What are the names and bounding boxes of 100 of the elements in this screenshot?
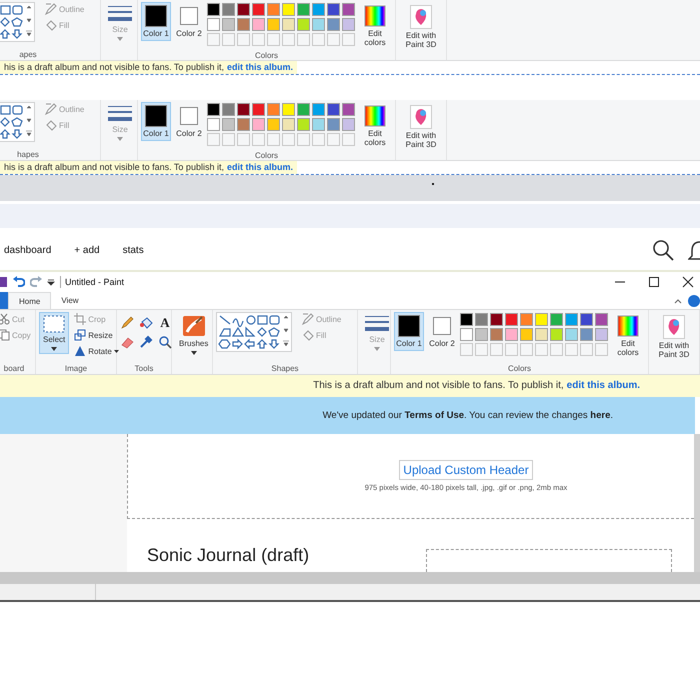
custom-color-slot[interactable] bbox=[475, 343, 488, 356]
paint-3d-button[interactable]: Edit with Paint 3D bbox=[399, 2, 443, 52]
custom-color-slot[interactable] bbox=[297, 133, 310, 146]
rotate-button[interactable]: Rotate bbox=[72, 344, 121, 358]
palette-color[interactable] bbox=[252, 18, 265, 31]
palette-color[interactable] bbox=[505, 313, 518, 326]
palette-color[interactable] bbox=[342, 118, 355, 131]
search-icon[interactable] bbox=[652, 239, 674, 261]
palette-color[interactable] bbox=[282, 118, 295, 131]
edit-album-link[interactable]: edit this album. bbox=[566, 375, 640, 397]
palette-color[interactable] bbox=[237, 3, 250, 16]
palette-color[interactable] bbox=[222, 18, 235, 31]
custom-color-slot[interactable] bbox=[312, 133, 325, 146]
palette-color[interactable] bbox=[327, 18, 340, 31]
edit-colors-button[interactable]: Edit colors bbox=[358, 2, 392, 50]
custom-color-slot[interactable] bbox=[565, 343, 578, 356]
palette-color[interactable] bbox=[237, 18, 250, 31]
custom-color-slot[interactable] bbox=[282, 33, 295, 46]
pencil-icon[interactable] bbox=[120, 316, 134, 330]
custom-color-slot[interactable] bbox=[490, 343, 503, 356]
palette-color[interactable] bbox=[282, 3, 295, 16]
palette-color[interactable] bbox=[252, 103, 265, 116]
palette-color[interactable] bbox=[297, 118, 310, 131]
color-slot-button[interactable]: Color 1 bbox=[394, 312, 424, 351]
palette-color[interactable] bbox=[550, 328, 563, 341]
palette-color[interactable] bbox=[207, 18, 220, 31]
palette-color[interactable] bbox=[207, 118, 220, 131]
color-slot-button[interactable]: Color 1 bbox=[141, 2, 171, 41]
collapse-ribbon-icon[interactable] bbox=[674, 298, 682, 304]
palette-color[interactable] bbox=[505, 328, 518, 341]
bell-icon[interactable] bbox=[688, 239, 700, 261]
custom-color-slot[interactable] bbox=[267, 133, 280, 146]
palette-color[interactable] bbox=[222, 118, 235, 131]
ribbon-tab[interactable]: View bbox=[51, 292, 89, 309]
nav-link[interactable]: + add bbox=[74, 244, 100, 256]
palette-color[interactable] bbox=[252, 118, 265, 131]
palette-color[interactable] bbox=[460, 328, 473, 341]
paint-3d-button[interactable]: Edit with Paint 3D bbox=[652, 312, 696, 362]
palette-color[interactable] bbox=[520, 328, 533, 341]
palette-color[interactable] bbox=[222, 103, 235, 116]
custom-color-slot[interactable] bbox=[505, 343, 518, 356]
palette-color[interactable] bbox=[267, 103, 280, 116]
palette-color[interactable] bbox=[207, 103, 220, 116]
palette-color[interactable] bbox=[595, 313, 608, 326]
text-tool[interactable]: A bbox=[158, 316, 172, 330]
upload-header-button[interactable]: Upload Custom Header bbox=[399, 460, 533, 480]
select-button[interactable]: Select bbox=[39, 312, 70, 354]
maximize-icon[interactable] bbox=[648, 276, 660, 288]
palette-color[interactable] bbox=[565, 313, 578, 326]
palette-color[interactable] bbox=[267, 3, 280, 16]
palette-color[interactable] bbox=[580, 313, 593, 326]
custom-color-slot[interactable] bbox=[252, 33, 265, 46]
eraser-icon[interactable] bbox=[120, 335, 134, 349]
custom-color-slot[interactable] bbox=[520, 343, 533, 356]
ribbon-tab[interactable]: Home bbox=[8, 292, 52, 309]
custom-color-slot[interactable] bbox=[342, 33, 355, 46]
palette-color[interactable] bbox=[312, 3, 325, 16]
palette-color[interactable] bbox=[297, 18, 310, 31]
palette-color[interactable] bbox=[520, 313, 533, 326]
custom-color-slot[interactable] bbox=[207, 33, 220, 46]
custom-color-slot[interactable] bbox=[252, 133, 265, 146]
palette-color[interactable] bbox=[550, 313, 563, 326]
nav-link[interactable]: dashboard bbox=[4, 244, 52, 256]
edit-album-link[interactable]: edit this album. bbox=[226, 161, 293, 174]
palette-color[interactable] bbox=[237, 118, 250, 131]
palette-color[interactable] bbox=[475, 328, 488, 341]
color-slot-button[interactable]: Color 1 bbox=[141, 102, 171, 141]
custom-color-slot[interactable] bbox=[535, 343, 548, 356]
custom-color-slot[interactable] bbox=[222, 133, 235, 146]
custom-color-slot[interactable] bbox=[595, 343, 608, 356]
custom-color-slot[interactable] bbox=[297, 33, 310, 46]
custom-color-slot[interactable] bbox=[237, 133, 250, 146]
customize-menu-icon[interactable] bbox=[47, 278, 55, 286]
redo-icon[interactable] bbox=[30, 276, 42, 288]
palette-color[interactable] bbox=[342, 18, 355, 31]
palette-color[interactable] bbox=[565, 328, 578, 341]
paint-bucket-icon[interactable] bbox=[139, 316, 153, 330]
palette-color[interactable] bbox=[282, 18, 295, 31]
edit-colors-button[interactable]: Edit colors bbox=[358, 102, 392, 150]
shapes-gallery[interactable] bbox=[216, 312, 292, 352]
palette-color[interactable] bbox=[312, 103, 325, 116]
custom-color-slot[interactable] bbox=[460, 343, 473, 356]
magnifier-icon[interactable] bbox=[158, 335, 172, 349]
eyedropper-icon[interactable] bbox=[139, 335, 153, 349]
palette-color[interactable] bbox=[595, 328, 608, 341]
palette-color[interactable] bbox=[267, 18, 280, 31]
custom-color-slot[interactable] bbox=[207, 133, 220, 146]
nav-link[interactable]: stats bbox=[122, 244, 144, 256]
palette-color[interactable] bbox=[222, 3, 235, 16]
color-slot-button[interactable]: Color 2 bbox=[174, 102, 204, 141]
custom-color-slot[interactable] bbox=[550, 343, 563, 356]
palette-color[interactable] bbox=[580, 328, 593, 341]
palette-color[interactable] bbox=[460, 313, 473, 326]
palette-color[interactable] bbox=[535, 328, 548, 341]
custom-color-slot[interactable] bbox=[222, 33, 235, 46]
custom-color-slot[interactable] bbox=[312, 33, 325, 46]
palette-color[interactable] bbox=[490, 313, 503, 326]
palette-color[interactable] bbox=[342, 3, 355, 16]
custom-color-slot[interactable] bbox=[267, 33, 280, 46]
color-slot-button[interactable]: Color 2 bbox=[427, 312, 457, 351]
